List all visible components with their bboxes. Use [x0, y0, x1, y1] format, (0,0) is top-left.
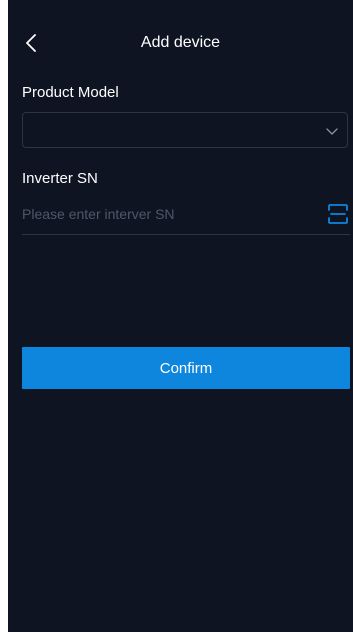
inverter-sn-row	[22, 196, 350, 235]
nav-bar: Add device	[8, 24, 353, 64]
inverter-sn-label: Inverter SN	[22, 170, 98, 187]
inverter-sn-input[interactable]	[22, 202, 302, 226]
scan-icon	[328, 204, 348, 224]
page-title: Add device	[140, 34, 221, 51]
chevron-down-icon	[326, 128, 338, 135]
scan-button[interactable]	[326, 202, 350, 226]
product-model-label: Product Model	[22, 84, 119, 101]
product-model-select[interactable]	[22, 112, 348, 148]
app-screen: Add device Product Model Inverter SN Con…	[8, 0, 353, 632]
confirm-button[interactable]: Confirm	[22, 347, 350, 389]
status-bar	[8, 0, 353, 16]
